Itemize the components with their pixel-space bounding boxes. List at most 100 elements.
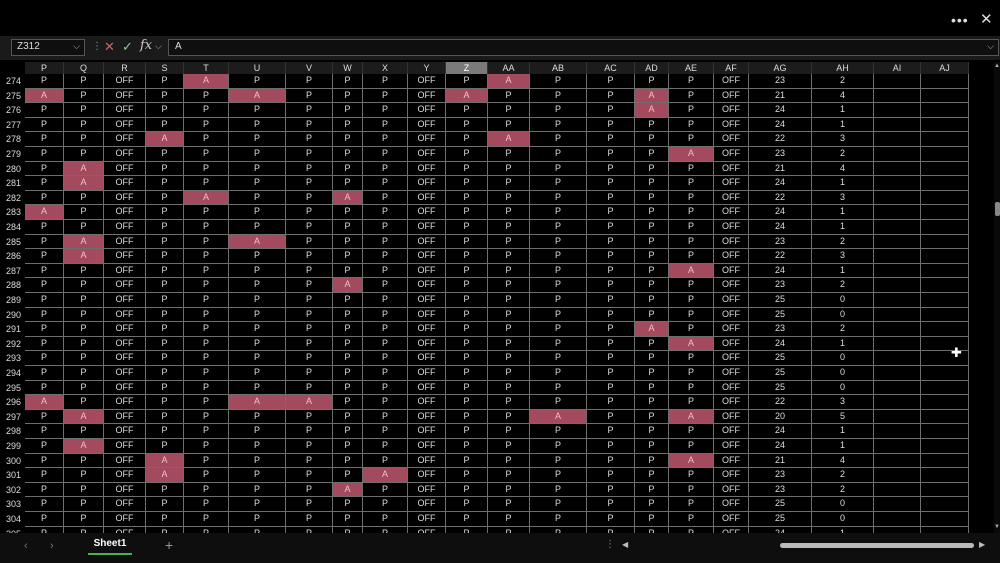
- cell[interactable]: P: [25, 380, 64, 396]
- cell[interactable]: 0: [812, 497, 874, 512]
- cell[interactable]: [874, 351, 921, 366]
- cell[interactable]: OFF: [408, 366, 446, 381]
- cell[interactable]: P: [446, 380, 488, 396]
- cell[interactable]: 22: [749, 190, 812, 206]
- cell[interactable]: P: [363, 482, 408, 498]
- cell[interactable]: P: [363, 220, 408, 235]
- cell[interactable]: P: [669, 307, 714, 323]
- cell[interactable]: P: [446, 132, 488, 147]
- cell[interactable]: P: [333, 366, 363, 381]
- cell[interactable]: [874, 220, 921, 235]
- cell[interactable]: [921, 512, 969, 527]
- cell[interactable]: OFF: [714, 424, 749, 439]
- cell[interactable]: [921, 380, 969, 396]
- cell[interactable]: P: [530, 278, 587, 293]
- cell[interactable]: [921, 424, 969, 439]
- cell[interactable]: P: [446, 220, 488, 235]
- cell[interactable]: 25: [749, 497, 812, 512]
- cell[interactable]: P: [669, 482, 714, 498]
- cell[interactable]: P: [333, 512, 363, 527]
- cell[interactable]: P: [635, 395, 669, 410]
- cell[interactable]: P: [25, 176, 64, 191]
- cell[interactable]: P: [488, 88, 530, 104]
- column-header-af[interactable]: AF: [714, 62, 749, 74]
- cell[interactable]: P: [669, 117, 714, 133]
- cell[interactable]: OFF: [408, 351, 446, 366]
- cancel-entry-icon[interactable]: ✕: [104, 39, 115, 55]
- cell[interactable]: P: [587, 220, 635, 235]
- row-header[interactable]: 296: [0, 395, 25, 410]
- cell[interactable]: P: [333, 176, 363, 191]
- cell[interactable]: P: [587, 132, 635, 147]
- column-header-ai[interactable]: AI: [874, 62, 921, 74]
- cell[interactable]: A: [229, 395, 286, 410]
- cell[interactable]: P: [530, 190, 587, 206]
- cell[interactable]: P: [446, 497, 488, 512]
- column-header-ac[interactable]: AC: [587, 62, 635, 74]
- cell[interactable]: P: [587, 205, 635, 220]
- cell[interactable]: [874, 424, 921, 439]
- cell[interactable]: P: [635, 263, 669, 279]
- cell[interactable]: 24: [749, 336, 812, 352]
- column-header-aj[interactable]: AJ: [921, 62, 969, 74]
- scroll-right-icon[interactable]: ▶: [979, 540, 985, 549]
- cell[interactable]: P: [333, 468, 363, 483]
- cell[interactable]: P: [669, 497, 714, 512]
- cell[interactable]: P: [488, 249, 530, 264]
- cell[interactable]: P: [25, 351, 64, 366]
- cell[interactable]: 2: [812, 234, 874, 250]
- cell[interactable]: P: [488, 395, 530, 410]
- cell[interactable]: 25: [749, 366, 812, 381]
- cell[interactable]: P: [363, 117, 408, 133]
- cell[interactable]: P: [530, 176, 587, 191]
- cell[interactable]: OFF: [714, 234, 749, 250]
- cell[interactable]: P: [488, 161, 530, 177]
- cell[interactable]: P: [229, 190, 286, 206]
- cell[interactable]: P: [286, 293, 333, 308]
- cell[interactable]: P: [286, 74, 333, 89]
- column-header-ag[interactable]: AG: [749, 62, 812, 74]
- expand-formula-bar-icon[interactable]: ⌵: [987, 41, 994, 52]
- cell[interactable]: P: [488, 176, 530, 191]
- cell[interactable]: P: [184, 293, 229, 308]
- cell[interactable]: P: [184, 307, 229, 323]
- row-header[interactable]: 283: [0, 205, 25, 220]
- cell[interactable]: [921, 147, 969, 162]
- cell[interactable]: [921, 88, 969, 104]
- cell[interactable]: P: [286, 205, 333, 220]
- horizontal-scrollbar[interactable]: ◀ ▶: [622, 540, 988, 550]
- cell[interactable]: A: [64, 176, 104, 191]
- cell[interactable]: P: [488, 366, 530, 381]
- cell[interactable]: 1: [812, 336, 874, 352]
- cell[interactable]: P: [184, 380, 229, 396]
- cell[interactable]: OFF: [408, 395, 446, 410]
- cell[interactable]: A: [669, 336, 714, 352]
- row-header[interactable]: 275: [0, 89, 25, 104]
- cell[interactable]: OFF: [104, 497, 146, 512]
- row-header[interactable]: 285: [0, 235, 25, 250]
- cell[interactable]: P: [363, 161, 408, 177]
- cell[interactable]: OFF: [408, 234, 446, 250]
- cell[interactable]: P: [635, 117, 669, 133]
- cell[interactable]: P: [488, 482, 530, 498]
- cell[interactable]: P: [64, 453, 104, 469]
- cell[interactable]: P: [669, 190, 714, 206]
- cell[interactable]: P: [635, 220, 669, 235]
- cell[interactable]: P: [669, 351, 714, 366]
- close-icon[interactable]: ✕: [980, 10, 993, 28]
- cell[interactable]: P: [25, 161, 64, 177]
- cell[interactable]: [874, 117, 921, 133]
- cell[interactable]: 4: [812, 88, 874, 104]
- cell[interactable]: A: [64, 249, 104, 264]
- cell[interactable]: P: [635, 307, 669, 323]
- cell[interactable]: P: [229, 205, 286, 220]
- cell[interactable]: P: [184, 278, 229, 293]
- cell[interactable]: P: [229, 74, 286, 89]
- cell[interactable]: OFF: [408, 468, 446, 483]
- cell[interactable]: 25: [749, 380, 812, 396]
- cell[interactable]: P: [184, 220, 229, 235]
- cell[interactable]: OFF: [104, 176, 146, 191]
- cell[interactable]: P: [146, 366, 184, 381]
- cell[interactable]: P: [488, 293, 530, 308]
- cell[interactable]: P: [530, 161, 587, 177]
